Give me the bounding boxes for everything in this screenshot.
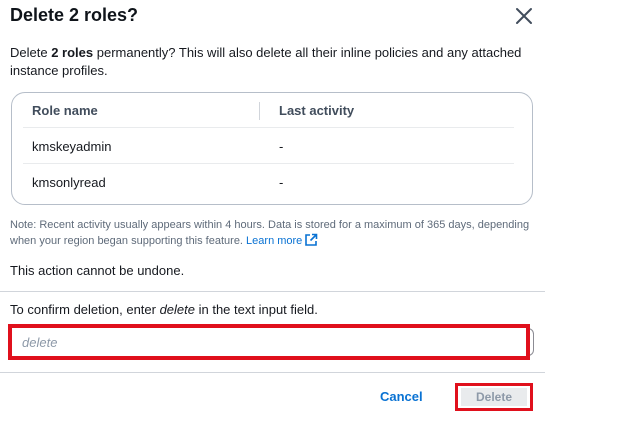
roles-count: 2 roles — [51, 45, 94, 60]
close-icon — [516, 8, 532, 24]
header-last-activity: Last activity — [279, 103, 355, 118]
cell-role-name: kmskeyadmin — [32, 139, 112, 154]
cell-last-activity: - — [279, 139, 284, 154]
external-link-icon[interactable] — [304, 233, 318, 252]
delete-button-highlight: Delete — [455, 383, 533, 411]
confirm-delete-input[interactable] — [12, 328, 526, 356]
confirm-keyword: delete — [159, 302, 195, 317]
activity-note: Note: Recent activity usually appears wi… — [10, 218, 530, 252]
cancel-button[interactable]: Cancel — [380, 389, 423, 407]
footer-divider — [0, 372, 545, 373]
header-role-name: Role name — [32, 103, 98, 118]
confirm-input-highlight — [8, 324, 530, 360]
divider — [0, 291, 545, 292]
learn-more-link[interactable]: Learn more — [246, 235, 302, 247]
cell-role-name: kmsonlyread — [32, 175, 106, 190]
delete-roles-modal: Delete 2 roles? Delete 2 roles permanent… — [0, 0, 545, 445]
modal-title: Delete 2 roles? — [10, 5, 139, 25]
undone-warning: This action cannot be undone. — [10, 263, 185, 278]
confirm-instruction: To confirm deletion, enter delete in the… — [10, 302, 318, 317]
row-line — [23, 163, 514, 164]
header-divider — [259, 102, 260, 120]
header-line — [23, 127, 514, 128]
delete-button[interactable]: Delete — [461, 388, 527, 406]
roles-table: Role name Last activity kmskeyadmin - km… — [11, 92, 533, 205]
modal-description: Delete 2 roles permanently? This will al… — [10, 45, 522, 78]
close-button[interactable] — [512, 4, 536, 28]
cell-last-activity: - — [279, 175, 284, 190]
